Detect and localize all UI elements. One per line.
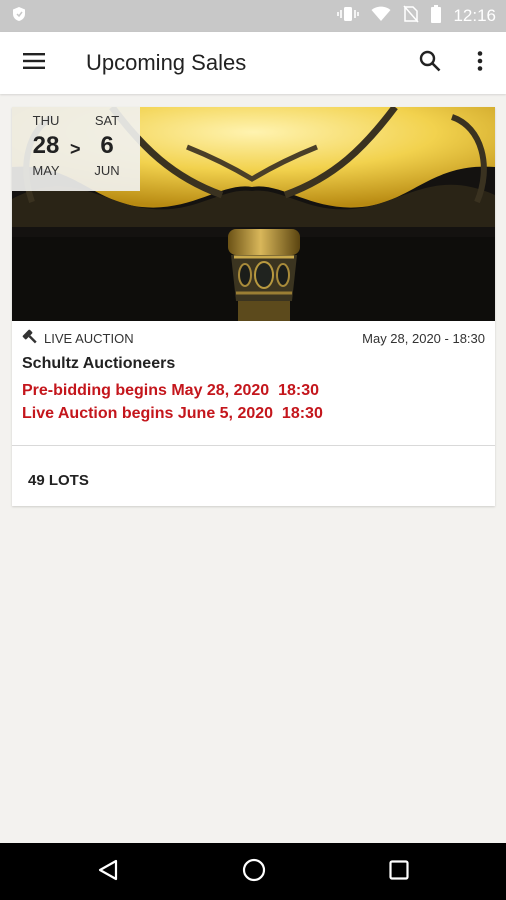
auctioneer-name: Schultz Auctioneers: [22, 355, 176, 372]
sale-type-label: LIVE AUCTION: [44, 331, 134, 346]
sale-card[interactable]: THU 28 MAY > SAT 6 JUN LIVE AUCTION May …: [12, 107, 495, 506]
shield-icon: [12, 6, 26, 27]
more-options-button[interactable]: [460, 43, 500, 83]
home-button[interactable]: [239, 857, 269, 887]
home-icon: [242, 858, 266, 887]
system-nav-bar: [0, 843, 506, 900]
start-month: MAY: [32, 163, 60, 178]
search-button[interactable]: [410, 43, 450, 83]
back-button[interactable]: [93, 857, 123, 887]
menu-icon: [23, 52, 45, 74]
date-separator: >: [70, 139, 81, 159]
vibrate-icon: [337, 6, 360, 27]
recents-button[interactable]: [384, 857, 414, 887]
date-range: THU 28 MAY > SAT 6 JUN: [12, 107, 140, 191]
live-auction-info: Live Auction begins June 5, 2020 18:30: [22, 405, 323, 422]
end-day: 6: [100, 132, 114, 159]
clock-time: 12:16: [453, 6, 496, 25]
menu-button[interactable]: [14, 43, 54, 83]
sale-image: THU 28 MAY > SAT 6 JUN: [12, 107, 495, 321]
status-bar: 12:16: [0, 0, 506, 32]
start-day: 28: [32, 132, 60, 159]
app-bar: Upcoming Sales: [0, 32, 506, 94]
search-icon: [419, 50, 441, 77]
more-vert-icon: [477, 50, 483, 76]
page-title: Upcoming Sales: [86, 50, 247, 75]
divider: [12, 445, 495, 446]
sale-datetime: May 28, 2020 - 18:30: [362, 331, 485, 346]
end-date: SAT 6 JUN: [83, 113, 131, 178]
sale-info: LIVE AUCTION May 28, 2020 - 18:30 Schult…: [12, 321, 495, 445]
prebidding-info: Pre-bidding begins May 28, 2020 18:30: [22, 382, 319, 399]
no-sim-icon: [403, 5, 420, 28]
sale-type: LIVE AUCTION: [22, 329, 134, 348]
lots-count[interactable]: 49 LOTS: [28, 472, 89, 489]
recents-icon: [389, 859, 409, 885]
wifi-icon: [371, 6, 391, 27]
end-weekday: SAT: [94, 113, 120, 128]
gavel-icon: [22, 329, 38, 348]
end-month: JUN: [94, 163, 120, 178]
start-date: THU 28 MAY: [22, 113, 70, 178]
back-icon: [97, 859, 119, 886]
battery-icon: [431, 4, 442, 28]
start-weekday: THU: [32, 113, 60, 128]
